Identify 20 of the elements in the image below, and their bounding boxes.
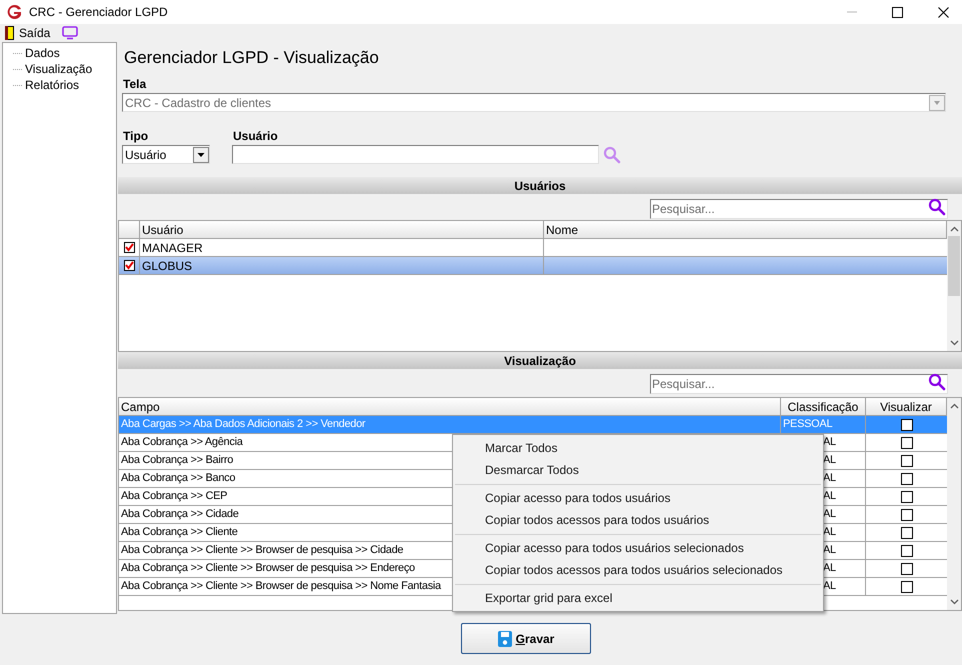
- field-label: Tipo: [123, 128, 150, 145]
- page-title: Gerenciador LGPD - Visualização: [124, 47, 380, 70]
- field-label: Tela: [123, 76, 148, 93]
- table-cell-text: AL: [823, 525, 836, 540]
- section-header: Visualização: [118, 352, 962, 369]
- table-cell-text: AL: [823, 453, 836, 468]
- table-cell-text: AL: [823, 435, 836, 450]
- table-cell-text: AL: [823, 507, 836, 522]
- table-cell-text: AL: [823, 579, 836, 594]
- table-cell-text: AL: [823, 561, 836, 576]
- section-header: Usuários: [118, 177, 962, 194]
- window-title: CRC - Gerenciador LGPD: [29, 4, 168, 21]
- table-cell: Aba Cargas >> Aba Dados Adicionais 2 >> Vendedor: [119, 416, 781, 433]
- table-cell-text: AL: [823, 489, 836, 504]
- table-cell-text: AL: [823, 471, 836, 486]
- table-cell-text: PESSOAL: [783, 417, 832, 432]
- table-cell: MANAGER: [140, 239, 544, 256]
- table-cell-text: AL: [823, 543, 836, 558]
- table-cell: GLOBUS: [140, 257, 544, 274]
- field-label: Usuário: [233, 128, 279, 145]
